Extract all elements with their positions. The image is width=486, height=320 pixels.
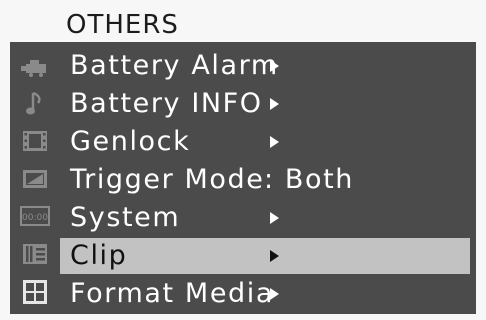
- submenu-arrow-icon: [270, 288, 279, 300]
- menu-item-label: Battery INFO: [70, 88, 263, 119]
- menu-item-clip[interactable]: Clip: [60, 238, 470, 274]
- submenu-arrow-icon: [270, 212, 279, 224]
- menu-item-system[interactable]: System: [60, 200, 470, 236]
- submenu-arrow-icon: [270, 136, 279, 148]
- menu-item-label: Clip: [70, 240, 128, 271]
- camera-icon[interactable]: [17, 54, 53, 82]
- menu-item-value: : Both: [264, 164, 355, 195]
- menu-item-label: Trigger Mode: [70, 164, 265, 195]
- submenu-arrow-icon: [270, 250, 279, 262]
- submenu-arrow-icon: [270, 60, 279, 72]
- menu-item-label: Format Media: [70, 278, 275, 309]
- menu-title: OTHERS: [66, 10, 179, 40]
- menu-item-label: Battery Alarm: [70, 50, 279, 81]
- submenu-arrow-icon: [270, 98, 279, 110]
- menu-item-format-media[interactable]: Format Media: [60, 276, 470, 312]
- film-icon[interactable]: [17, 127, 53, 155]
- video-panel-icon[interactable]: [17, 165, 53, 193]
- menu-item-trigger-mode[interactable]: Trigger Mode : Both: [60, 162, 470, 198]
- menu-item-label: System: [70, 202, 181, 233]
- menu-item-battery-alarm[interactable]: Battery Alarm: [60, 48, 470, 84]
- settings-menu: Battery Alarm Battery INFO Genlock Trigg…: [60, 48, 476, 314]
- others-grid-icon[interactable]: [17, 278, 53, 306]
- media-icon[interactable]: [17, 240, 53, 268]
- menu-item-label: Genlock: [70, 126, 191, 157]
- menu-item-genlock[interactable]: Genlock: [60, 124, 470, 160]
- audio-note-icon[interactable]: [17, 90, 53, 118]
- timecode-icon[interactable]: 00:00: [17, 202, 53, 230]
- timecode-icon-text: 00:00: [22, 213, 48, 223]
- menu-item-battery-info[interactable]: Battery INFO: [60, 86, 470, 122]
- category-sidebar: 00:00: [10, 42, 60, 314]
